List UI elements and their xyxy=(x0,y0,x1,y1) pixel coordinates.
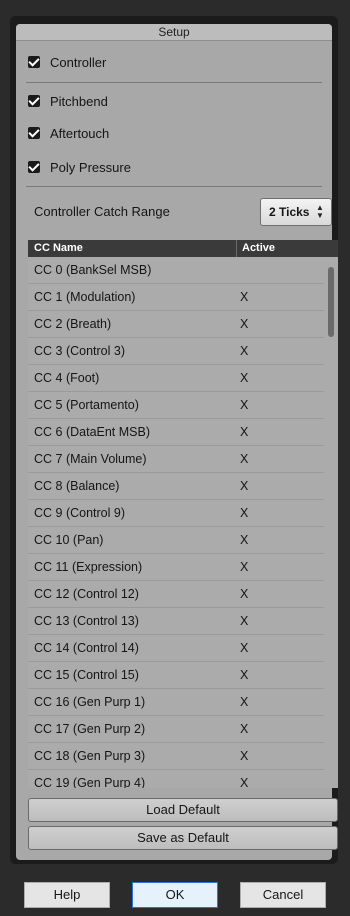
active-cell[interactable]: X xyxy=(240,743,248,769)
active-cell[interactable]: X xyxy=(240,338,248,364)
table-row[interactable]: CC 13 (Control 13) X xyxy=(28,608,324,635)
active-cell[interactable]: X xyxy=(240,770,248,788)
table-row[interactable]: CC 1 (Modulation) X xyxy=(28,284,324,311)
cc-name-cell: CC 10 (Pan) xyxy=(34,533,104,547)
cc-name-cell: CC 13 (Control 13) xyxy=(34,614,139,628)
cc-name-cell: CC 19 (Gen Purp 4) xyxy=(34,776,146,788)
cc-name-cell: CC 18 (Gen Purp 3) xyxy=(34,749,146,763)
cc-name-cell: CC 8 (Balance) xyxy=(34,479,120,493)
chevron-down-icon[interactable]: ▼ xyxy=(316,212,324,220)
active-cell[interactable]: X xyxy=(240,635,248,661)
controller-checkbox[interactable] xyxy=(28,56,40,68)
stepper-arrows[interactable]: ▲ ▼ xyxy=(313,204,327,220)
active-cell[interactable]: X xyxy=(240,581,248,607)
cc-name-cell: CC 2 (Breath) xyxy=(34,317,112,331)
active-cell[interactable]: X xyxy=(240,716,248,742)
controller-checkbox-row[interactable]: Controller xyxy=(28,52,106,72)
table-row[interactable]: CC 0 (BankSel MSB) xyxy=(28,257,324,284)
help-button[interactable]: Help xyxy=(24,882,110,908)
table-row[interactable]: CC 5 (Portamento) X xyxy=(28,392,324,419)
table-row[interactable]: CC 10 (Pan) X xyxy=(28,527,324,554)
cc-name-cell: CC 17 (Gen Purp 2) xyxy=(34,722,146,736)
active-cell[interactable]: X xyxy=(240,365,248,391)
pitchbend-checkbox[interactable] xyxy=(28,95,40,107)
table-row[interactable]: CC 6 (DataEnt MSB) X xyxy=(28,419,324,446)
active-cell[interactable]: X xyxy=(240,284,248,310)
cc-name-cell: CC 11 (Expression) xyxy=(34,560,143,574)
cc-name-cell: CC 0 (BankSel MSB) xyxy=(34,263,152,277)
cc-name-cell: CC 4 (Foot) xyxy=(34,371,100,385)
save-as-default-button[interactable]: Save as Default xyxy=(28,826,338,850)
table-row[interactable]: CC 16 (Gen Purp 1) X xyxy=(28,689,324,716)
scrollbar-thumb[interactable] xyxy=(328,267,334,337)
load-default-button[interactable]: Load Default xyxy=(28,798,338,822)
poly-pressure-checkbox[interactable] xyxy=(28,161,40,173)
table-row[interactable]: CC 9 (Control 9) X xyxy=(28,500,324,527)
active-cell[interactable]: X xyxy=(240,662,248,688)
cc-name-cell: CC 7 (Main Volume) xyxy=(34,452,147,466)
table-row[interactable]: CC 19 (Gen Purp 4) X xyxy=(28,770,324,788)
cc-name-cell: CC 12 (Control 12) xyxy=(34,587,139,601)
table-body: CC 0 (BankSel MSB) CC 1 (Modulation) X CC 2… xyxy=(28,257,324,788)
table-row[interactable]: CC 7 (Main Volume) X xyxy=(28,446,324,473)
cc-table: CC Name Active CC 0 (BankSel MSB) CC 1 (M… xyxy=(28,240,338,788)
table-row[interactable]: CC 3 (Control 3) X xyxy=(28,338,324,365)
setup-panel: Setup Controller Pitchbend Aftertouch Po… xyxy=(16,24,338,860)
cc-name-cell: CC 9 (Control 9) xyxy=(34,506,125,520)
active-cell[interactable]: X xyxy=(240,527,248,553)
scrollbar[interactable] xyxy=(324,257,338,788)
cc-name-cell: CC 1 (Modulation) xyxy=(34,290,136,304)
active-cell[interactable]: X xyxy=(240,446,248,472)
catch-range-label: Controller Catch Range xyxy=(34,204,170,219)
table-row[interactable]: CC 12 (Control 12) X xyxy=(28,581,324,608)
aftertouch-label: Aftertouch xyxy=(50,125,110,141)
column-divider[interactable] xyxy=(236,240,237,257)
table-row[interactable]: CC 14 (Control 14) X xyxy=(28,635,324,662)
active-cell[interactable]: X xyxy=(240,608,248,634)
table-row[interactable]: CC 11 (Expression) X xyxy=(28,554,324,581)
table-row[interactable]: CC 15 (Control 15) X xyxy=(28,662,324,689)
ok-button[interactable]: OK xyxy=(132,882,218,908)
table-row[interactable]: CC 17 (Gen Purp 2) X xyxy=(28,716,324,743)
catch-range-stepper[interactable]: 2 Ticks ▲ ▼ xyxy=(260,198,332,226)
cc-name-cell: CC 3 (Control 3) xyxy=(34,344,125,358)
column-header-cc-name[interactable]: CC Name xyxy=(34,240,83,257)
table-row[interactable]: CC 18 (Gen Purp 3) X xyxy=(28,743,324,770)
active-cell[interactable]: X xyxy=(240,419,248,445)
pitchbend-label: Pitchbend xyxy=(50,93,108,109)
active-cell[interactable]: X xyxy=(240,311,248,337)
controller-label: Controller xyxy=(50,54,107,70)
pitchbend-checkbox-row[interactable]: Pitchbend xyxy=(28,91,108,111)
table-row[interactable]: CC 8 (Balance) X xyxy=(28,473,324,500)
active-cell[interactable]: X xyxy=(240,500,248,526)
cancel-button[interactable]: Cancel xyxy=(240,882,326,908)
separator xyxy=(26,186,322,187)
active-cell[interactable]: X xyxy=(240,689,248,715)
cc-name-cell: CC 15 (Control 15) xyxy=(34,668,139,682)
poly-pressure-checkbox-row[interactable]: Poly Pressure xyxy=(28,157,131,177)
panel-title: Setup xyxy=(16,24,332,41)
column-header-active[interactable]: Active xyxy=(242,240,275,257)
table-header: CC Name Active xyxy=(28,240,338,257)
aftertouch-checkbox[interactable] xyxy=(28,127,40,139)
active-cell[interactable]: X xyxy=(240,554,248,580)
cc-name-cell: CC 16 (Gen Purp 1) xyxy=(34,695,146,709)
table-row[interactable]: CC 4 (Foot) X xyxy=(28,365,324,392)
active-cell[interactable]: X xyxy=(240,392,248,418)
separator xyxy=(26,82,322,83)
poly-pressure-label: Poly Pressure xyxy=(50,159,131,175)
table-row[interactable]: CC 2 (Breath) X xyxy=(28,311,324,338)
cc-name-cell: CC 5 (Portamento) xyxy=(34,398,139,412)
aftertouch-checkbox-row[interactable]: Aftertouch xyxy=(28,123,109,143)
cc-name-cell: CC 14 (Control 14) xyxy=(34,641,139,655)
cc-name-cell: CC 6 (DataEnt MSB) xyxy=(34,425,151,439)
active-cell[interactable]: X xyxy=(240,473,248,499)
catch-range-value: 2 Ticks xyxy=(269,205,310,219)
